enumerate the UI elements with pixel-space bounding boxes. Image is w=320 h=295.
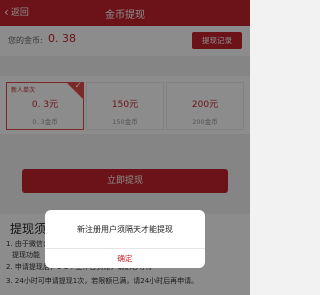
- alert-dialog: 新注册用户须隔天才能提现 确定: [45, 210, 205, 268]
- confirm-button[interactable]: 确定: [45, 253, 205, 264]
- dialog-divider: [45, 248, 205, 249]
- dialog-message: 新注册用户须隔天才能提现: [77, 225, 173, 234]
